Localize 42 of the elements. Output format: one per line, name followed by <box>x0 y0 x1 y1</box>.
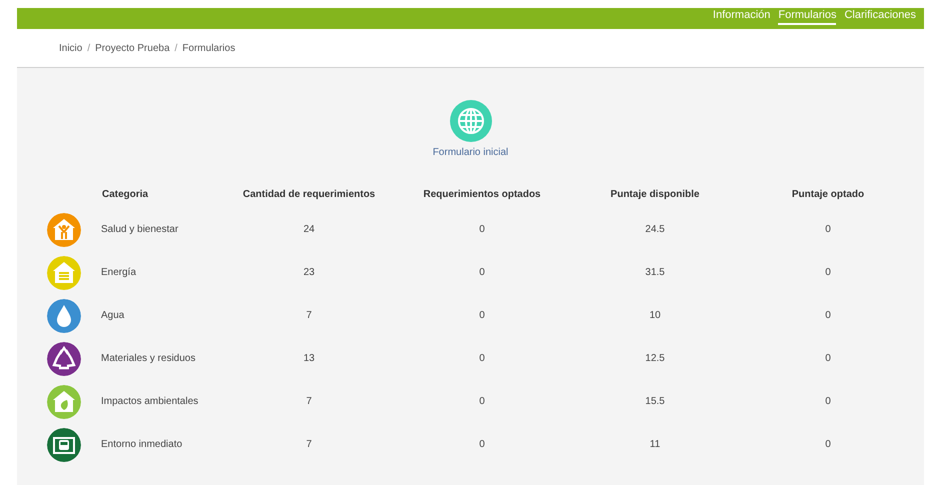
table-cell: 10 <box>649 310 661 321</box>
category-name: Salud y bienestar <box>101 224 178 235</box>
table-cell: 0 <box>825 396 831 407</box>
table-cell: 0 <box>479 353 485 364</box>
breadcrumb-separator: / <box>87 42 90 54</box>
table-cell: 13 <box>303 353 315 364</box>
breadcrumb-link[interactable]: Inicio <box>59 42 82 54</box>
table-cell: 23 <box>303 267 315 278</box>
table-cell: 0 <box>479 396 485 407</box>
table-cell: 11 <box>650 439 660 450</box>
breadcrumb-link[interactable]: Formularios <box>182 42 236 54</box>
table-cell: 7 <box>306 396 312 407</box>
table-cell: 0 <box>825 267 831 278</box>
table-cell: 15.5 <box>645 396 665 407</box>
table-cell: 24 <box>303 224 315 235</box>
table-cell: 0 <box>479 439 485 450</box>
category-name: Energía <box>101 267 136 278</box>
table-cell: 0 <box>825 224 831 235</box>
table-cell: 0 <box>825 353 831 364</box>
breadcrumb-link[interactable]: Proyecto Prueba <box>95 42 170 54</box>
category-name: Impactos ambientales <box>101 396 198 407</box>
table-cell: 12.5 <box>645 353 665 364</box>
table-cell: 0 <box>825 439 831 450</box>
table-cell: 0 <box>825 310 831 321</box>
table-cell: 0 <box>479 310 485 321</box>
table-cell: 7 <box>306 439 312 450</box>
column-header: Cantidad de requerimientos <box>242 188 376 200</box>
table-cell: 24.5 <box>645 224 665 235</box>
category-name: Entorno inmediato <box>101 439 182 450</box>
column-header: Requerimientos optados <box>423 188 541 200</box>
column-header: Categoria <box>102 188 148 200</box>
globe-icon[interactable] <box>450 100 492 142</box>
table-cell: 0 <box>479 224 485 235</box>
breadcrumb-separator: / <box>174 42 178 54</box>
table-cell: 7 <box>306 310 312 321</box>
column-header: Puntaje optado <box>792 188 864 200</box>
category-name: Agua <box>101 310 124 321</box>
table-cell: 31.5 <box>645 267 665 278</box>
table-cell: 0 <box>479 267 485 278</box>
column-header: Puntaje disponible <box>610 188 700 200</box>
form-link[interactable]: Formulario inicial <box>432 147 508 158</box>
category-name: Materiales y residuos <box>101 353 196 364</box>
